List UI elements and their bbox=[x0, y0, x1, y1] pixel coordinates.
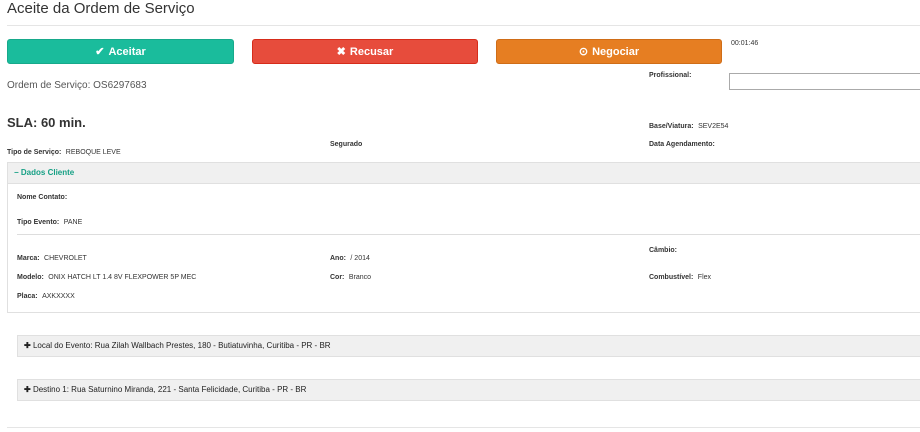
refuse-button[interactable]: ✖ Recusar bbox=[252, 39, 478, 64]
plus-icon: ✚ bbox=[24, 341, 31, 350]
order-number: Ordem de Serviço: OS6297683 bbox=[7, 80, 147, 91]
fuel-label: Combustível: bbox=[649, 274, 694, 281]
gearbox-label: Câmbio: bbox=[649, 247, 677, 254]
destination-title[interactable]: ✚ Destino 1: Rua Saturnino Miranda, 221 … bbox=[24, 385, 306, 394]
service-type-label: Tipo de Serviço: bbox=[7, 149, 62, 156]
professional-label: Profissional: bbox=[649, 72, 692, 79]
year: Ano: / 2014 bbox=[330, 247, 370, 265]
service-type-value: REBOQUE LEVE bbox=[65, 149, 121, 156]
event-type-label: Tipo Evento: bbox=[17, 219, 60, 226]
color-label: Cor: bbox=[330, 274, 345, 281]
destination-text: Destino 1: Rua Saturnino Miranda, 221 - … bbox=[32, 385, 307, 394]
minus-icon: − bbox=[14, 168, 19, 177]
model-label: Modelo: bbox=[17, 274, 44, 281]
year-value: / 2014 bbox=[350, 255, 370, 262]
order-value: OS6297683 bbox=[93, 80, 147, 91]
color-value: Branco bbox=[348, 274, 372, 281]
brand: Marca: CHEVROLET bbox=[17, 247, 87, 265]
base-label: Base/Viatura: bbox=[649, 123, 694, 130]
model: Modelo: ONIX HATCH LT 1.4 8V FLEXPOWER 5… bbox=[17, 266, 196, 284]
accept-button-label: Aceitar bbox=[108, 45, 146, 58]
color: Cor: Branco bbox=[330, 266, 371, 284]
base-value: SEV2E54 bbox=[698, 123, 729, 130]
bottom-divider bbox=[7, 427, 920, 428]
schedule-label: Data Agendamento: bbox=[649, 141, 715, 148]
check-icon: ✔ bbox=[95, 46, 105, 58]
clock-icon: ⊙ bbox=[578, 46, 589, 58]
event-type: Tipo Evento: PANE bbox=[17, 211, 82, 229]
accept-button[interactable]: ✔ Aceitar bbox=[7, 39, 234, 64]
client-panel-title[interactable]: − Dados Cliente bbox=[14, 168, 74, 177]
negotiate-button[interactable]: ⊙ Negociar bbox=[496, 39, 722, 64]
event-location-text: Local do Evento: Rua Zilah Wallbach Pres… bbox=[32, 341, 331, 350]
year-label: Ano: bbox=[330, 255, 346, 262]
plate: Placa: AXKXXXX bbox=[17, 285, 75, 303]
client-panel-title-text: Dados Cliente bbox=[20, 168, 75, 177]
title-divider bbox=[7, 25, 920, 26]
client-divider bbox=[17, 234, 920, 235]
client-panel-body bbox=[7, 184, 920, 313]
fuel-value: Flex bbox=[697, 274, 712, 281]
service-type: Tipo de Serviço: REBOQUE LEVE bbox=[7, 141, 121, 159]
order-label: Ordem de Serviço: bbox=[7, 80, 91, 91]
base-vehicle: Base/Viatura: SEV2E54 bbox=[649, 115, 728, 133]
negotiate-button-label: Negociar bbox=[592, 45, 640, 58]
plate-label: Placa: bbox=[17, 293, 38, 300]
model-value: ONIX HATCH LT 1.4 8V FLEXPOWER 5P MEC bbox=[48, 274, 197, 281]
brand-label: Marca: bbox=[17, 255, 40, 262]
sla-text: SLA: 60 min. bbox=[7, 115, 86, 130]
plus-icon: ✚ bbox=[24, 385, 31, 394]
plate-value: AXKXXXX bbox=[42, 293, 75, 300]
page-title: Aceite da Ordem de Serviço bbox=[7, 0, 195, 17]
event-location-title[interactable]: ✚ Local do Evento: Rua Zilah Wallbach Pr… bbox=[24, 341, 331, 350]
contact-label: Nome Contato: bbox=[17, 194, 68, 201]
timer: 00:01:46 bbox=[731, 40, 759, 47]
event-type-value: PANE bbox=[63, 219, 83, 226]
close-icon: ✖ bbox=[336, 46, 346, 58]
brand-value: CHEVROLET bbox=[44, 255, 87, 262]
insured-label: Segurado bbox=[330, 141, 363, 148]
refuse-button-label: Recusar bbox=[349, 45, 394, 58]
professional-input[interactable] bbox=[729, 73, 920, 90]
fuel: Combustível: Flex bbox=[649, 266, 711, 284]
client-panel-header[interactable] bbox=[7, 162, 920, 184]
